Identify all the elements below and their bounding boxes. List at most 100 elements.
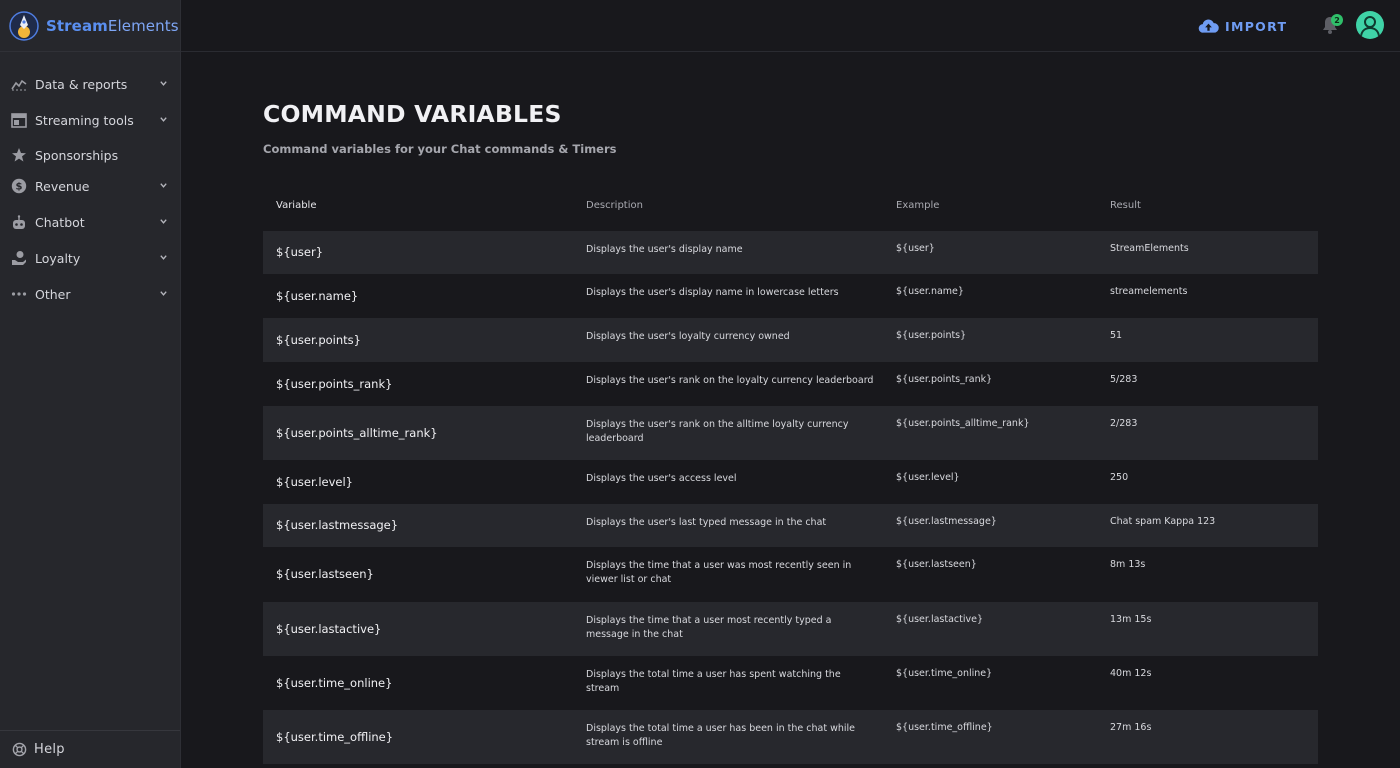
cell-description: Displays the user's display name <box>586 244 743 255</box>
sidebar-item-label: Chatbot <box>35 214 85 230</box>
cell-result: Chat spam Kappa 123 <box>1110 516 1216 527</box>
sidebar-item-label: Data & reports <box>35 76 128 92</box>
cell-example: ${user.lastseen} <box>896 559 977 570</box>
cell-variable: ${user} <box>276 245 324 259</box>
cell-example: ${user.points_alltime_rank} <box>896 418 1030 429</box>
header-example: Example <box>896 200 940 211</box>
variables-table: Variable Description Example Result ${us… <box>263 190 1318 764</box>
sidebar-item-label: Revenue <box>35 178 90 194</box>
cell-description: Displays the user's last typed message i… <box>586 517 827 528</box>
cell-example: ${user.time_online} <box>896 668 993 679</box>
notification-badge: 2 <box>1331 14 1343 26</box>
brand[interactable]: StreamElements <box>0 0 180 52</box>
cell-description: Displays the user's loyalty currency own… <box>586 331 790 342</box>
cell-variable: ${user.lastactive} <box>276 622 382 636</box>
cell-description: Displays the user's rank on the alltime … <box>586 419 849 444</box>
cell-example: ${user.level} <box>896 472 960 483</box>
avatar[interactable] <box>1356 11 1384 39</box>
lifebuoy-icon <box>10 741 28 759</box>
header-result: Result <box>1110 200 1141 211</box>
cell-result: 250 <box>1110 472 1129 483</box>
header-description: Description <box>586 200 643 211</box>
cell-variable: ${user.points} <box>276 333 361 347</box>
cell-example: ${user.lastactive} <box>896 614 984 625</box>
help-button[interactable]: Help <box>0 730 180 768</box>
cell-result: StreamElements <box>1110 243 1189 254</box>
sidebar-item-chatbot[interactable]: Chatbot <box>0 206 180 238</box>
chevron-down-icon <box>160 291 167 296</box>
dollar-icon: $ <box>10 177 28 195</box>
chevron-down-icon <box>160 255 167 260</box>
cell-example: ${user.points_rank} <box>896 374 993 385</box>
cell-variable: ${user.name} <box>276 289 359 303</box>
header-variable: Variable <box>276 200 317 211</box>
cell-variable: ${user.time_online} <box>276 676 393 690</box>
table-row: ${user.time_online} Displays the total t… <box>263 656 1318 710</box>
table-row: ${user.name} Displays the user's display… <box>263 274 1318 318</box>
cell-variable: ${user.points_rank} <box>276 377 393 391</box>
table-row: ${user.time_offline} Displays the total … <box>263 710 1318 764</box>
svg-text:$: $ <box>16 182 23 193</box>
table-header: Variable Description Example Result <box>263 190 1318 231</box>
sidebar-item-other[interactable]: Other <box>0 278 180 310</box>
chevron-down-icon <box>160 81 167 86</box>
table-row: ${user.lastactive} Displays the time tha… <box>263 602 1318 656</box>
import-label: IMPORT <box>1225 18 1288 34</box>
table-row: ${user.points} Displays the user's loyal… <box>263 318 1318 362</box>
cell-example: ${user.lastmessage} <box>896 516 997 527</box>
sidebar-item-revenue[interactable]: $ Revenue <box>0 170 180 202</box>
sidebar-item-sponsorships[interactable]: Sponsorships <box>0 139 180 171</box>
cell-example: ${user} <box>896 243 935 254</box>
cell-example: ${user.points} <box>896 330 967 341</box>
hand-coin-icon <box>10 249 28 267</box>
sidebar: StreamElements Data & reports Streaming … <box>0 0 181 768</box>
sidebar-item-label: Loyalty <box>35 250 81 266</box>
table-row: ${user.points_rank} Displays the user's … <box>263 362 1318 406</box>
table-row: ${user.lastmessage} Displays the user's … <box>263 504 1318 547</box>
sidebar-item-data-reports[interactable]: Data & reports <box>0 68 180 100</box>
app: StreamElements Data & reports Streaming … <box>0 0 1400 768</box>
table-row: ${user.lastseen} Displays the time that … <box>263 547 1318 602</box>
star-icon <box>10 146 28 164</box>
robot-icon <box>10 213 28 231</box>
import-button[interactable]: IMPORT <box>1198 14 1287 38</box>
cell-variable: ${user.time_offline} <box>276 730 394 744</box>
cell-variable: ${user.points_alltime_rank} <box>276 426 438 440</box>
brand-name: StreamElements <box>46 17 179 35</box>
cell-example: ${user.name} <box>896 286 964 297</box>
layout-icon <box>10 111 28 129</box>
cell-description: Displays the user's display name in lowe… <box>586 287 839 298</box>
cloud-upload-icon <box>1198 19 1219 33</box>
top-bar: IMPORT 2 <box>181 0 1400 52</box>
streamelements-logo-icon <box>9 10 39 41</box>
help-label: Help <box>34 742 65 757</box>
sidebar-item-streaming-tools[interactable]: Streaming tools <box>0 104 180 136</box>
cell-result: 13m 15s <box>1110 614 1152 625</box>
chevron-down-icon <box>160 117 167 122</box>
cell-result: 5/283 <box>1110 374 1138 385</box>
cell-description: Displays the time that a user most recen… <box>586 615 832 640</box>
cell-result: 8m 13s <box>1110 559 1146 570</box>
table-row: ${user.level} Displays the user's access… <box>263 460 1318 504</box>
cell-description: Displays the user's access level <box>586 473 737 484</box>
cell-description: Displays the total time a user has spent… <box>586 669 841 694</box>
cell-variable: ${user.lastmessage} <box>276 518 399 532</box>
cell-result: 40m 12s <box>1110 668 1152 679</box>
cell-result: 51 <box>1110 330 1123 341</box>
brand-name-bold: Stream <box>46 16 108 35</box>
brand-name-light: Elements <box>107 16 179 35</box>
cell-variable: ${user.level} <box>276 475 353 489</box>
chart-line-icon <box>10 75 28 93</box>
cell-description: Displays the time that a user was most r… <box>586 560 852 585</box>
more-dots-icon <box>10 285 28 303</box>
page-subtitle: Command variables for your Chat commands… <box>263 142 617 156</box>
cell-result: streamelements <box>1110 286 1188 297</box>
sidebar-item-loyalty[interactable]: Loyalty <box>0 242 180 274</box>
sidebar-item-label: Streaming tools <box>35 112 134 128</box>
cell-result: 2/283 <box>1110 418 1138 429</box>
cell-result: 27m 16s <box>1110 722 1152 733</box>
chevron-down-icon <box>160 183 167 188</box>
page-title: COMMAND VARIABLES <box>263 100 562 128</box>
table-row: ${user.points_alltime_rank} Displays the… <box>263 406 1318 460</box>
cell-description: Displays the user's rank on the loyalty … <box>586 375 874 386</box>
